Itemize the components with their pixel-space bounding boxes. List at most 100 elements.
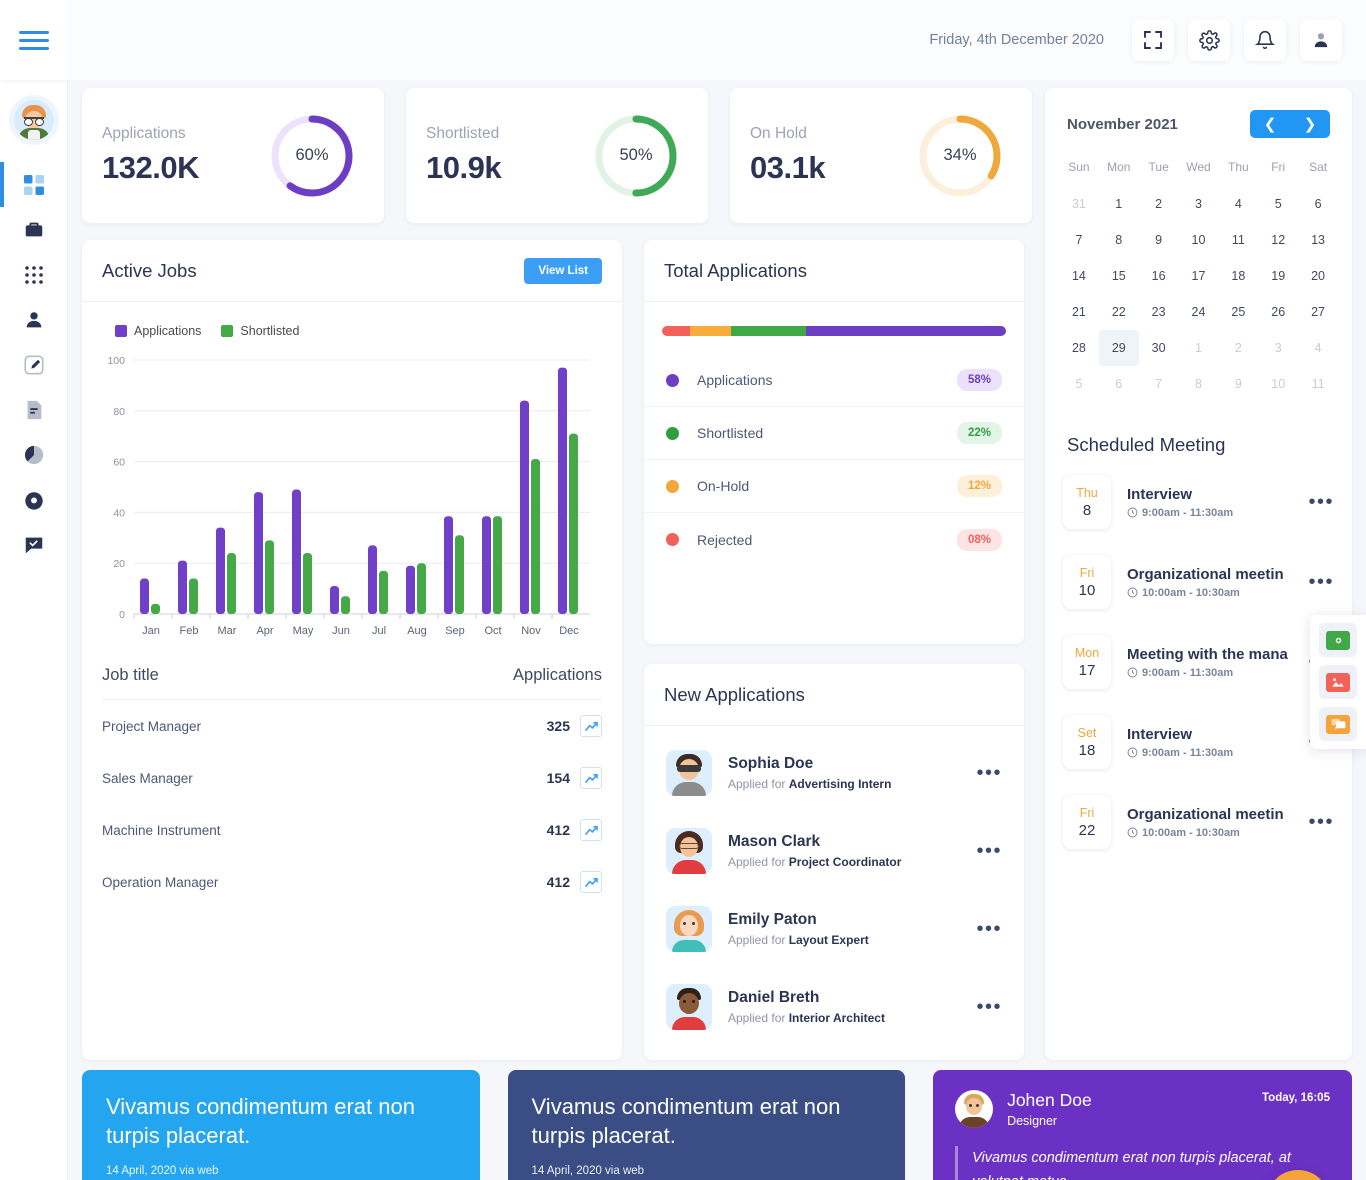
- calendar-day[interactable]: 7: [1139, 366, 1179, 402]
- calendar-day[interactable]: 10: [1258, 366, 1298, 402]
- floating-widget-panel: [1310, 615, 1366, 749]
- calendar-day[interactable]: 2: [1139, 186, 1179, 222]
- calendar-day[interactable]: 10: [1179, 222, 1219, 258]
- applicant-info: Mason Clark Applied for Project Coordinat…: [728, 833, 976, 869]
- calendar-day[interactable]: 5: [1059, 366, 1099, 402]
- list-item[interactable]: Mason Clark Applied for Project Coordinat…: [644, 812, 1024, 890]
- meeting-weekday: Fri: [1079, 805, 1095, 820]
- apps-grid-icon: [24, 265, 43, 284]
- calendar-day[interactable]: 22: [1099, 294, 1139, 330]
- calendar-day[interactable]: 17: [1179, 258, 1219, 294]
- calendar-day[interactable]: 18: [1218, 258, 1258, 294]
- sidebar-item-chat[interactable]: [0, 522, 68, 567]
- more-options-icon[interactable]: •••: [1308, 492, 1334, 512]
- calendar-day[interactable]: 23: [1139, 294, 1179, 330]
- calendar-day[interactable]: 8: [1179, 366, 1219, 402]
- calendar-day[interactable]: 25: [1218, 294, 1258, 330]
- calendar-day[interactable]: 16: [1139, 258, 1179, 294]
- avatar[interactable]: [13, 100, 54, 140]
- calendar-day[interactable]: 14: [1059, 258, 1099, 294]
- calendar-day[interactable]: 13: [1298, 222, 1338, 258]
- calendar-day[interactable]: 1: [1099, 186, 1139, 222]
- calendar-day[interactable]: 31: [1059, 186, 1099, 222]
- calendar-day[interactable]: 30: [1139, 330, 1179, 366]
- sidebar-item-dashboard[interactable]: [0, 162, 68, 207]
- view-list-button[interactable]: View List: [524, 257, 602, 284]
- trend-chart-icon[interactable]: [580, 715, 602, 737]
- list-item[interactable]: Mon 17 Meeting with the mana 9:00am - 11:30…: [1045, 622, 1352, 702]
- list-item[interactable]: On-Hold 12%: [644, 460, 1024, 513]
- jobs-table-header: Job title Applications: [102, 650, 602, 700]
- calendar-day[interactable]: 6: [1298, 186, 1338, 222]
- calendar-day[interactable]: 29: [1098, 330, 1139, 366]
- calendar-day[interactable]: 12: [1258, 222, 1298, 258]
- calendar-day[interactable]: 11: [1218, 222, 1258, 258]
- trend-chart-icon[interactable]: [580, 819, 602, 841]
- sidebar-item-documents[interactable]: [0, 387, 68, 432]
- calendar-day[interactable]: 27: [1298, 294, 1338, 330]
- calendar-day[interactable]: 11: [1298, 366, 1338, 402]
- status-dot: [666, 373, 679, 387]
- list-item[interactable]: Rejected 08%: [644, 513, 1024, 566]
- calendar-day[interactable]: 9: [1139, 222, 1179, 258]
- donut-label: 50%: [619, 146, 653, 164]
- more-options-icon[interactable]: •••: [976, 763, 1002, 783]
- more-options-icon[interactable]: •••: [976, 841, 1002, 861]
- sidebar-item-jobs[interactable]: [0, 207, 68, 252]
- list-item[interactable]: Fri 10 Organizational meetin 10:00am - 10:3…: [1045, 542, 1352, 622]
- calendar-day[interactable]: 9: [1218, 366, 1258, 402]
- more-options-icon[interactable]: •••: [1308, 812, 1334, 832]
- list-item[interactable]: Applications 58%: [644, 354, 1024, 407]
- calendar-day[interactable]: 6: [1099, 366, 1139, 402]
- calendar-day[interactable]: 15: [1099, 258, 1139, 294]
- sidebar-item-users[interactable]: [0, 297, 68, 342]
- hamburger-icon[interactable]: [18, 30, 49, 50]
- calendar-day[interactable]: 19: [1258, 258, 1298, 294]
- calendar-day[interactable]: 28: [1059, 330, 1099, 366]
- calendar-day[interactable]: 3: [1258, 330, 1298, 366]
- calendar-day[interactable]: 3: [1179, 186, 1219, 222]
- trend-chart-icon[interactable]: [580, 871, 602, 893]
- image-widget-button[interactable]: [1319, 665, 1357, 699]
- calendar-day[interactable]: 21: [1059, 294, 1099, 330]
- list-item[interactable]: Sophia Doe Applied for Advertising Intern…: [644, 734, 1024, 812]
- calendar-day[interactable]: 20: [1298, 258, 1338, 294]
- sidebar-item-apps[interactable]: [0, 252, 68, 297]
- table-row[interactable]: Machine Instrument 412: [102, 804, 602, 856]
- camera-widget-button[interactable]: [1319, 623, 1357, 657]
- calendar-day[interactable]: 24: [1179, 294, 1219, 330]
- calendar-day[interactable]: 4: [1298, 330, 1338, 366]
- sidebar-item-edit[interactable]: [0, 342, 68, 387]
- calendar-day[interactable]: 1: [1179, 330, 1219, 366]
- menu-toggle[interactable]: [0, 0, 68, 80]
- calendar-day[interactable]: 26: [1258, 294, 1298, 330]
- list-item[interactable]: Emily Paton Applied for Layout Expert •••: [644, 890, 1024, 968]
- notifications-button[interactable]: [1244, 19, 1286, 61]
- trend-chart-icon[interactable]: [580, 767, 602, 789]
- table-row[interactable]: Project Manager 325: [102, 700, 602, 752]
- more-options-icon[interactable]: •••: [976, 997, 1002, 1017]
- calendar-day-header: Mon: [1107, 160, 1131, 174]
- settings-button[interactable]: [1188, 19, 1230, 61]
- chat-widget-button[interactable]: [1319, 707, 1357, 741]
- list-item[interactable]: Daniel Breth Applied for Interior Archite…: [644, 968, 1024, 1046]
- list-item[interactable]: Thu 8 Interview 9:00am - 11:30am •••: [1045, 462, 1352, 542]
- calendar-day[interactable]: 2: [1218, 330, 1258, 366]
- calendar-day[interactable]: 7: [1059, 222, 1099, 258]
- table-row[interactable]: Sales Manager 154: [102, 752, 602, 804]
- list-item[interactable]: Shortlisted 22%: [644, 407, 1024, 460]
- more-options-icon[interactable]: •••: [1308, 572, 1334, 592]
- calendar-day[interactable]: 8: [1099, 222, 1139, 258]
- profile-button[interactable]: [1300, 19, 1342, 61]
- sidebar-item-security[interactable]: [0, 477, 68, 522]
- fullscreen-button[interactable]: [1132, 19, 1174, 61]
- calendar-prev-button[interactable]: ❮: [1250, 110, 1290, 138]
- table-row[interactable]: Operation Manager 412: [102, 856, 602, 908]
- list-item[interactable]: Set18Interview9:00am - 11:30am•••: [1045, 702, 1352, 782]
- sidebar-item-reports[interactable]: [0, 432, 68, 477]
- calendar-day[interactable]: 4: [1218, 186, 1258, 222]
- calendar-day[interactable]: 5: [1258, 186, 1298, 222]
- more-options-icon[interactable]: •••: [976, 919, 1002, 939]
- calendar-next-button[interactable]: ❯: [1290, 110, 1330, 138]
- list-item[interactable]: Fri 22 Organizational meetin 10:00am - 10:3…: [1045, 782, 1352, 862]
